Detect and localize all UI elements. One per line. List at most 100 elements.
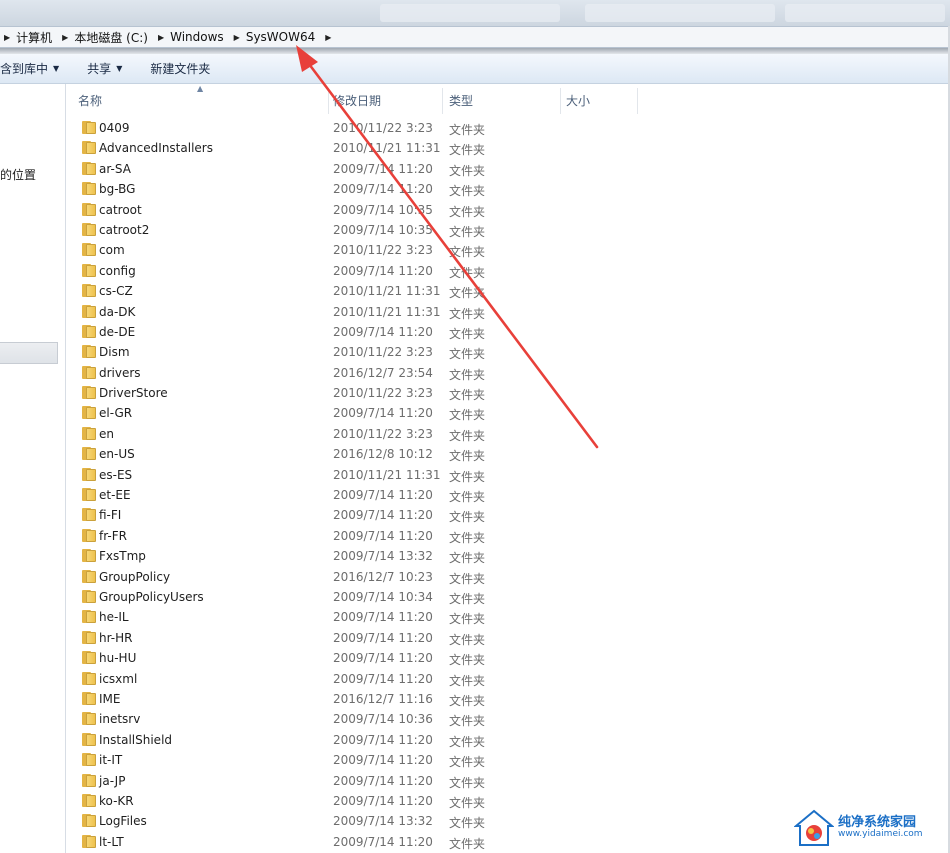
file-type: 文件夹: [449, 367, 486, 382]
nav-item-selected[interactable]: [0, 342, 58, 364]
file-row[interactable]: fr-FR 2009/7/14 11:20 文件夹: [66, 526, 950, 546]
chevron-right-icon[interactable]: ▶: [158, 33, 164, 42]
file-row[interactable]: fi-FI 2009/7/14 11:20 文件夹: [66, 505, 950, 525]
file-date: 2009/7/14 11:20: [333, 671, 433, 686]
folder-icon: [82, 202, 96, 216]
breadcrumb-local-disk[interactable]: ▶ 本地磁盘 (C:): [62, 29, 158, 46]
file-row[interactable]: GroupPolicy 2016/12/7 10:23 文件夹: [66, 567, 950, 587]
file-name: ko-KR: [99, 793, 134, 808]
column-separator[interactable]: [328, 88, 329, 114]
file-name: icsxml: [99, 671, 138, 686]
file-type: 文件夹: [449, 632, 486, 647]
file-date: 2009/7/14 11:20: [333, 610, 433, 625]
file-row[interactable]: Dism 2010/11/22 3:23 文件夹: [66, 342, 950, 362]
file-row[interactable]: GroupPolicyUsers 2009/7/14 10:34 文件夹: [66, 587, 950, 607]
chevron-right-icon[interactable]: ▶: [234, 33, 240, 42]
file-name: es-ES: [99, 467, 133, 482]
file-row[interactable]: en-US 2016/12/8 10:12 文件夹: [66, 444, 950, 464]
file-row[interactable]: es-ES 2010/11/21 11:31 文件夹: [66, 465, 950, 485]
file-type: 文件夹: [449, 673, 486, 688]
folder-icon: [82, 284, 96, 298]
file-row[interactable]: bg-BG 2009/7/14 11:20 文件夹: [66, 179, 950, 199]
file-row[interactable]: en 2010/11/22 3:23 文件夹: [66, 424, 950, 444]
column-separator[interactable]: [442, 88, 443, 114]
file-row[interactable]: catroot 2009/7/14 10:35 文件夹: [66, 200, 950, 220]
column-headers: ▲ 名称 修改日期 类型 大小: [66, 84, 950, 116]
file-date: 2009/7/14 11:20: [333, 630, 433, 645]
file-type: 文件夹: [449, 265, 486, 280]
file-row[interactable]: hu-HU 2009/7/14 11:20 文件夹: [66, 648, 950, 668]
file-row[interactable]: de-DE 2009/7/14 11:20 文件夹: [66, 322, 950, 342]
file-date: 2009/7/14 13:32: [333, 549, 433, 564]
file-row[interactable]: cs-CZ 2010/11/21 11:31 文件夹: [66, 281, 950, 301]
file-date: 2009/7/14 11:20: [333, 753, 433, 768]
folder-icon: [82, 365, 96, 379]
chevron-right-icon[interactable]: ▶: [62, 33, 68, 42]
file-row[interactable]: DriverStore 2010/11/22 3:23 文件夹: [66, 383, 950, 403]
file-row[interactable]: it-IT 2009/7/14 11:20 文件夹: [66, 750, 950, 770]
breadcrumb-computer[interactable]: ▶ 计算机: [4, 29, 62, 46]
file-row[interactable]: ar-SA 2009/7/14 11:20 文件夹: [66, 159, 950, 179]
file-name: cs-CZ: [99, 284, 133, 299]
address-bar[interactable]: ▶ 计算机 ▶ 本地磁盘 (C:) ▶ Windows ▶ SysWOW64 ▶: [0, 26, 950, 48]
column-separator[interactable]: [637, 88, 638, 114]
file-name: inetsrv: [99, 712, 141, 727]
file-row[interactable]: el-GR 2009/7/14 11:20 文件夹: [66, 403, 950, 423]
breadcrumb-windows[interactable]: ▶ Windows: [158, 30, 234, 44]
file-row[interactable]: da-DK 2010/11/21 11:31 文件夹: [66, 302, 950, 322]
file-name: hr-HR: [99, 630, 133, 645]
file-row[interactable]: FxsTmp 2009/7/14 13:32 文件夹: [66, 546, 950, 566]
chevron-down-icon: ▼: [116, 64, 123, 73]
file-type: 文件夹: [449, 734, 486, 749]
folder-icon: [82, 671, 96, 685]
file-row[interactable]: inetsrv 2009/7/14 10:36 文件夹: [66, 709, 950, 729]
breadcrumb-expand[interactable]: ▶: [325, 33, 337, 42]
chevron-right-icon[interactable]: ▶: [4, 33, 10, 42]
share-button[interactable]: 共享 ▼: [87, 60, 122, 77]
file-name: en-US: [99, 447, 135, 462]
chevron-right-icon[interactable]: ▶: [325, 33, 331, 42]
file-row[interactable]: ja-JP 2009/7/14 11:20 文件夹: [66, 771, 950, 791]
file-date: 2009/7/14 11:20: [333, 651, 433, 666]
file-row[interactable]: et-EE 2009/7/14 11:20 文件夹: [66, 485, 950, 505]
file-type: 文件夹: [449, 612, 486, 627]
file-row[interactable]: AdvancedInstallers 2010/11/21 11:31 文件夹: [66, 138, 950, 158]
column-header-size[interactable]: 大小: [566, 92, 590, 109]
file-type: 文件夹: [449, 693, 486, 708]
file-date: 2010/11/22 3:23: [333, 426, 433, 441]
folder-icon: [82, 651, 96, 665]
file-row[interactable]: 0409 2010/11/22 3:23 文件夹: [66, 118, 950, 138]
new-folder-button[interactable]: 新建文件夹: [150, 60, 210, 77]
file-date: 2010/11/21 11:31: [333, 284, 441, 299]
file-name: drivers: [99, 365, 141, 380]
file-row[interactable]: hr-HR 2009/7/14 11:20 文件夹: [66, 628, 950, 648]
file-row[interactable]: config 2009/7/14 11:20 文件夹: [66, 261, 950, 281]
column-header-type[interactable]: 类型: [449, 92, 473, 109]
navigation-pane: 的位置: [0, 84, 66, 853]
file-type: 文件夹: [449, 347, 486, 362]
folder-icon: [82, 141, 96, 155]
folder-icon: [82, 324, 96, 338]
file-name: DriverStore: [99, 386, 168, 401]
column-separator[interactable]: [560, 88, 561, 114]
file-type: 文件夹: [449, 795, 486, 810]
folder-icon: [82, 467, 96, 481]
file-row[interactable]: catroot2 2009/7/14 10:35 文件夹: [66, 220, 950, 240]
nav-item-location[interactable]: 的位置: [0, 166, 36, 183]
file-row[interactable]: icsxml 2009/7/14 11:20 文件夹: [66, 669, 950, 689]
file-row[interactable]: he-IL 2009/7/14 11:20 文件夹: [66, 607, 950, 627]
folder-icon: [82, 793, 96, 807]
file-row[interactable]: drivers 2016/12/7 23:54 文件夹: [66, 363, 950, 383]
file-date: 2010/11/22 3:23: [333, 386, 433, 401]
file-row[interactable]: com 2010/11/22 3:23 文件夹: [66, 240, 950, 260]
folder-icon: [82, 508, 96, 522]
include-in-library-button[interactable]: 含到库中 ▼: [0, 60, 59, 77]
file-row[interactable]: IME 2016/12/7 11:16 文件夹: [66, 689, 950, 709]
column-header-date[interactable]: 修改日期: [333, 92, 381, 109]
column-header-name[interactable]: 名称: [78, 92, 102, 109]
file-type: 文件夹: [449, 408, 486, 423]
breadcrumb-syswow64[interactable]: ▶ SysWOW64: [234, 30, 326, 44]
file-row[interactable]: InstallShield 2009/7/14 11:20 文件夹: [66, 730, 950, 750]
folder-icon: [82, 263, 96, 277]
folder-icon: [82, 426, 96, 440]
